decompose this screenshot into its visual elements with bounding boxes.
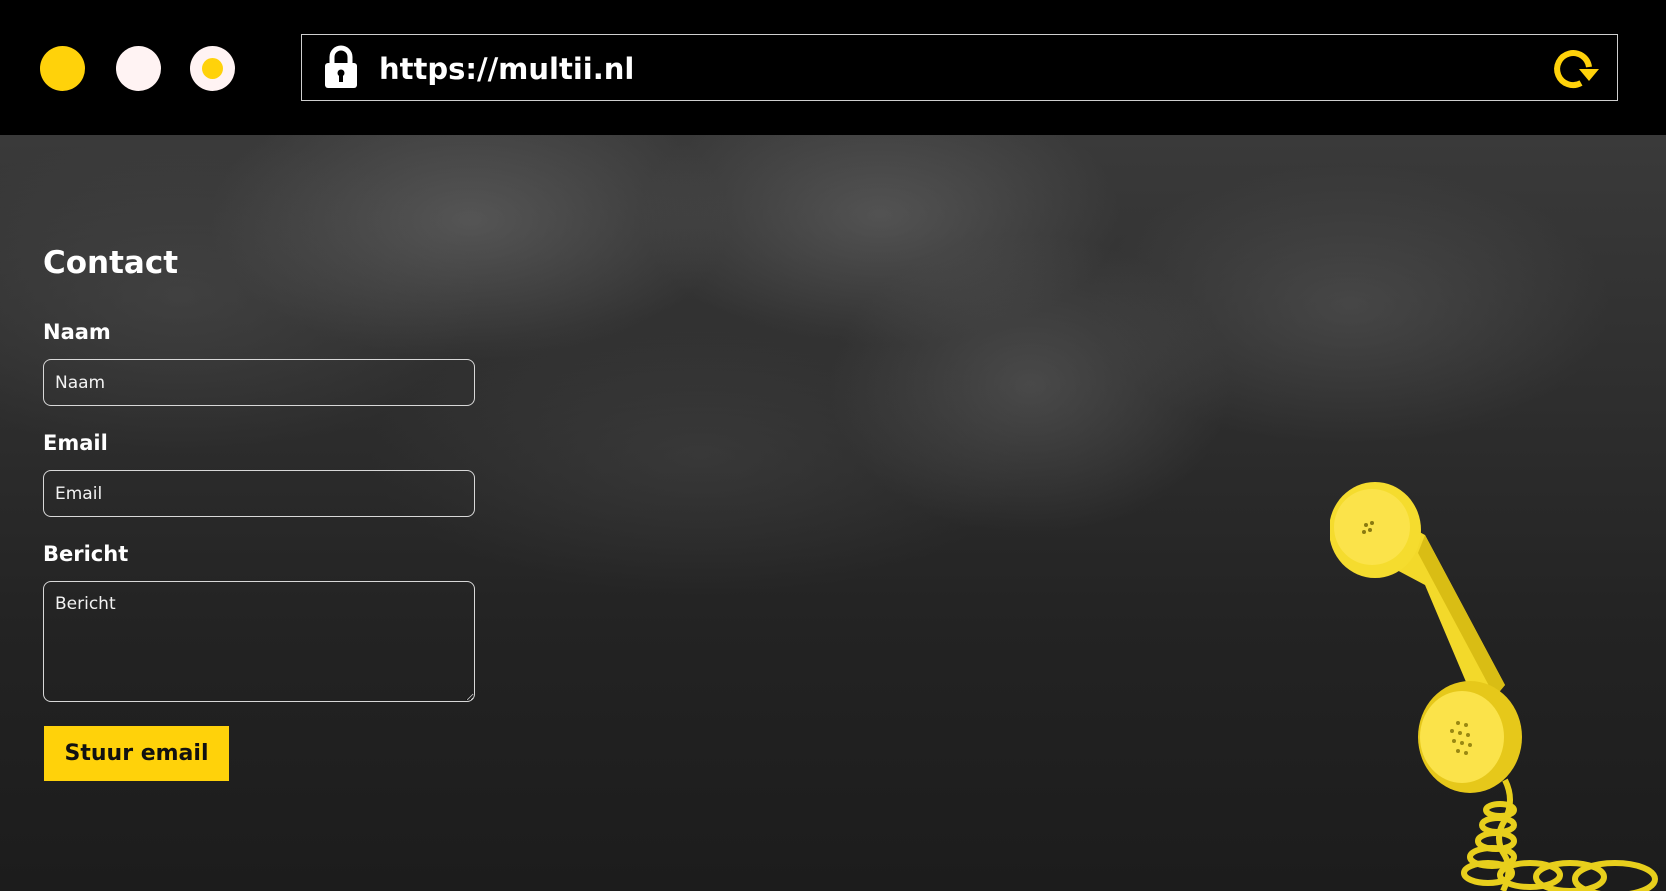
page-title: Contact — [43, 245, 179, 281]
message-label: Bericht — [43, 542, 129, 566]
name-label: Naam — [43, 320, 111, 344]
reload-icon[interactable] — [1551, 47, 1601, 91]
lock-icon — [325, 45, 357, 88]
name-field[interactable] — [43, 359, 475, 406]
window-control-dot-yellow[interactable] — [40, 46, 85, 91]
telephone-handset-image — [1330, 482, 1658, 891]
email-label: Email — [43, 431, 108, 455]
phone-cord — [1461, 778, 1658, 891]
address-bar[interactable]: https://multii.nl — [301, 34, 1618, 101]
url-text[interactable]: https://multii.nl — [379, 52, 634, 86]
message-field[interactable] — [43, 581, 475, 702]
window-control-dot-white[interactable] — [116, 46, 161, 91]
contact-section: Contact Naam Email Bericht Stuur email — [0, 135, 1666, 891]
send-email-button[interactable]: Stuur email — [44, 726, 229, 781]
window-control-dot-target[interactable] — [190, 46, 235, 91]
email-field[interactable] — [43, 470, 475, 517]
window-control-dot-center — [202, 58, 223, 79]
browser-toolbar: https://multii.nl — [0, 0, 1666, 135]
